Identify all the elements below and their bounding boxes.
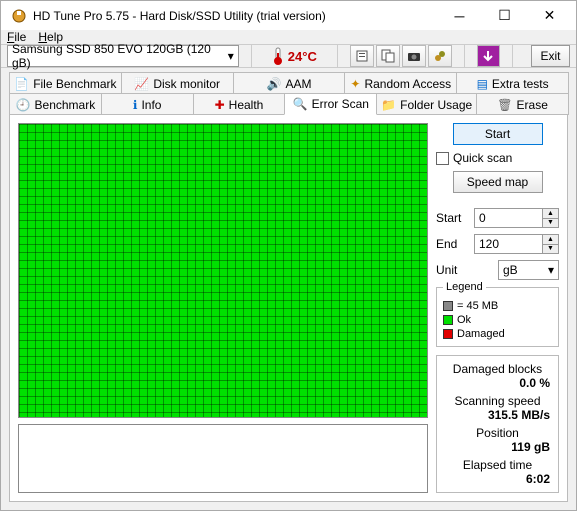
- tab-row-1: 📄File Benchmark 📈Disk monitor 🔊AAM ✦Rand…: [9, 72, 568, 94]
- copy-all-button[interactable]: [376, 45, 400, 67]
- file-benchmark-icon: 📄: [14, 77, 29, 91]
- tab-row-2: 🕘Benchmark ℹInfo ✚Health 🔍Error Scan 📁Fo…: [9, 93, 568, 115]
- elapsed-value: 6:02: [526, 472, 550, 486]
- tab-disk-monitor[interactable]: 📈Disk monitor: [121, 72, 234, 94]
- save-button[interactable]: [477, 45, 500, 67]
- tab-content: Start Quick scan Speed map Start 0 ▲▼ En…: [9, 114, 568, 502]
- end-input-row: End 120 ▲▼: [436, 234, 559, 254]
- tab-error-scan[interactable]: 🔍Error Scan: [284, 93, 377, 115]
- scan-speed-value: 315.5 MB/s: [488, 408, 550, 422]
- copy-info-button[interactable]: [350, 45, 374, 67]
- tab-benchmark[interactable]: 🕘Benchmark: [9, 93, 102, 115]
- thermometer-icon: [272, 47, 284, 65]
- unit-value: gB: [503, 263, 518, 277]
- close-button[interactable]: ✕: [527, 1, 572, 30]
- tab-erase[interactable]: 🗑Erase: [476, 93, 569, 115]
- app-icon: [11, 8, 27, 24]
- start-value[interactable]: 0: [475, 209, 542, 227]
- quick-scan-checkbox[interactable]: [436, 152, 449, 165]
- spin-down-icon[interactable]: ▼: [543, 245, 558, 254]
- left-panel: [18, 123, 428, 493]
- speed-map-button[interactable]: Speed map: [453, 171, 543, 193]
- elapsed-label: Elapsed time: [463, 458, 532, 472]
- tab-health[interactable]: ✚Health: [193, 93, 286, 115]
- chevron-down-icon: ▾: [228, 49, 234, 63]
- titlebar: HD Tune Pro 5.75 - Hard Disk/SSD Utility…: [1, 1, 576, 30]
- legend-title: Legend: [443, 281, 486, 293]
- chevron-down-icon: ▾: [548, 263, 554, 277]
- exit-button[interactable]: Exit: [531, 45, 570, 67]
- right-panel: Start Quick scan Speed map Start 0 ▲▼ En…: [436, 123, 559, 493]
- legend-block-swatch: [443, 301, 453, 311]
- temperature-value: 24°C: [288, 49, 317, 64]
- tab-folder-usage[interactable]: 📁Folder Usage: [376, 93, 477, 115]
- tab-aam[interactable]: 🔊AAM: [233, 72, 346, 94]
- scan-grid: [18, 123, 428, 418]
- maximize-button[interactable]: ☐: [482, 1, 527, 30]
- info-icon: ℹ: [133, 98, 138, 112]
- toolbar: Samsung SSD 850 EVO 120GB (120 gB) ▾ 24°…: [1, 44, 576, 68]
- drive-select[interactable]: Samsung SSD 850 EVO 120GB (120 gB) ▾: [7, 45, 239, 67]
- legend-box: Legend = 45 MB Ok Damaged: [436, 287, 559, 347]
- health-icon: ✚: [215, 98, 225, 112]
- unit-row: Unit gB ▾: [436, 260, 559, 280]
- end-label: End: [436, 237, 472, 251]
- app-window: HD Tune Pro 5.75 - Hard Disk/SSD Utility…: [0, 0, 577, 511]
- temperature-display: 24°C: [264, 45, 325, 67]
- search-icon: 🔍: [293, 97, 308, 111]
- folder-icon: 📁: [381, 98, 396, 112]
- legend-ok-swatch: [443, 315, 453, 325]
- tab-info[interactable]: ℹInfo: [101, 93, 194, 115]
- unit-label: Unit: [436, 263, 472, 277]
- spin-up-icon[interactable]: ▲: [543, 209, 558, 219]
- start-button[interactable]: Start: [453, 123, 543, 145]
- stats-box: Damaged blocks0.0 % Scanning speed315.5 …: [436, 355, 559, 493]
- random-icon: ✦: [350, 77, 360, 91]
- quick-scan-label: Quick scan: [453, 151, 512, 165]
- settings-button[interactable]: [428, 45, 452, 67]
- quick-scan-row[interactable]: Quick scan: [436, 151, 559, 165]
- scan-speed-label: Scanning speed: [454, 394, 540, 408]
- end-value[interactable]: 120: [475, 235, 542, 253]
- start-label: Start: [436, 211, 472, 225]
- tab-random-access[interactable]: ✦Random Access: [344, 72, 457, 94]
- monitor-icon: 📈: [134, 77, 149, 91]
- spin-down-icon[interactable]: ▼: [543, 219, 558, 228]
- minimize-button[interactable]: ─: [437, 1, 482, 30]
- position-label: Position: [476, 426, 519, 440]
- damaged-blocks-value: 0.0 %: [519, 376, 550, 390]
- spin-up-icon[interactable]: ▲: [543, 235, 558, 245]
- end-spinner[interactable]: 120 ▲▼: [474, 234, 559, 254]
- start-spinner[interactable]: 0 ▲▼: [474, 208, 559, 228]
- drive-select-value: Samsung SSD 850 EVO 120GB (120 gB): [12, 42, 228, 70]
- tab-extra-tests[interactable]: ▤Extra tests: [456, 72, 569, 94]
- toolbar-icons: [350, 45, 452, 67]
- damaged-blocks-label: Damaged blocks: [453, 362, 542, 376]
- list-icon: ▤: [477, 77, 488, 91]
- legend-damaged-swatch: [443, 329, 453, 339]
- start-input-row: Start 0 ▲▼: [436, 208, 559, 228]
- tab-area: 📄File Benchmark 📈Disk monitor 🔊AAM ✦Rand…: [1, 68, 576, 510]
- screenshot-button[interactable]: [402, 45, 426, 67]
- log-area: [18, 424, 428, 493]
- speaker-icon: 🔊: [267, 77, 282, 91]
- gauge-icon: 🕘: [16, 98, 31, 112]
- trash-icon: 🗑: [497, 98, 512, 112]
- position-value: 119 gB: [511, 440, 550, 454]
- tab-file-benchmark[interactable]: 📄File Benchmark: [9, 72, 122, 94]
- unit-select[interactable]: gB ▾: [498, 260, 559, 280]
- window-title: HD Tune Pro 5.75 - Hard Disk/SSD Utility…: [33, 9, 437, 23]
